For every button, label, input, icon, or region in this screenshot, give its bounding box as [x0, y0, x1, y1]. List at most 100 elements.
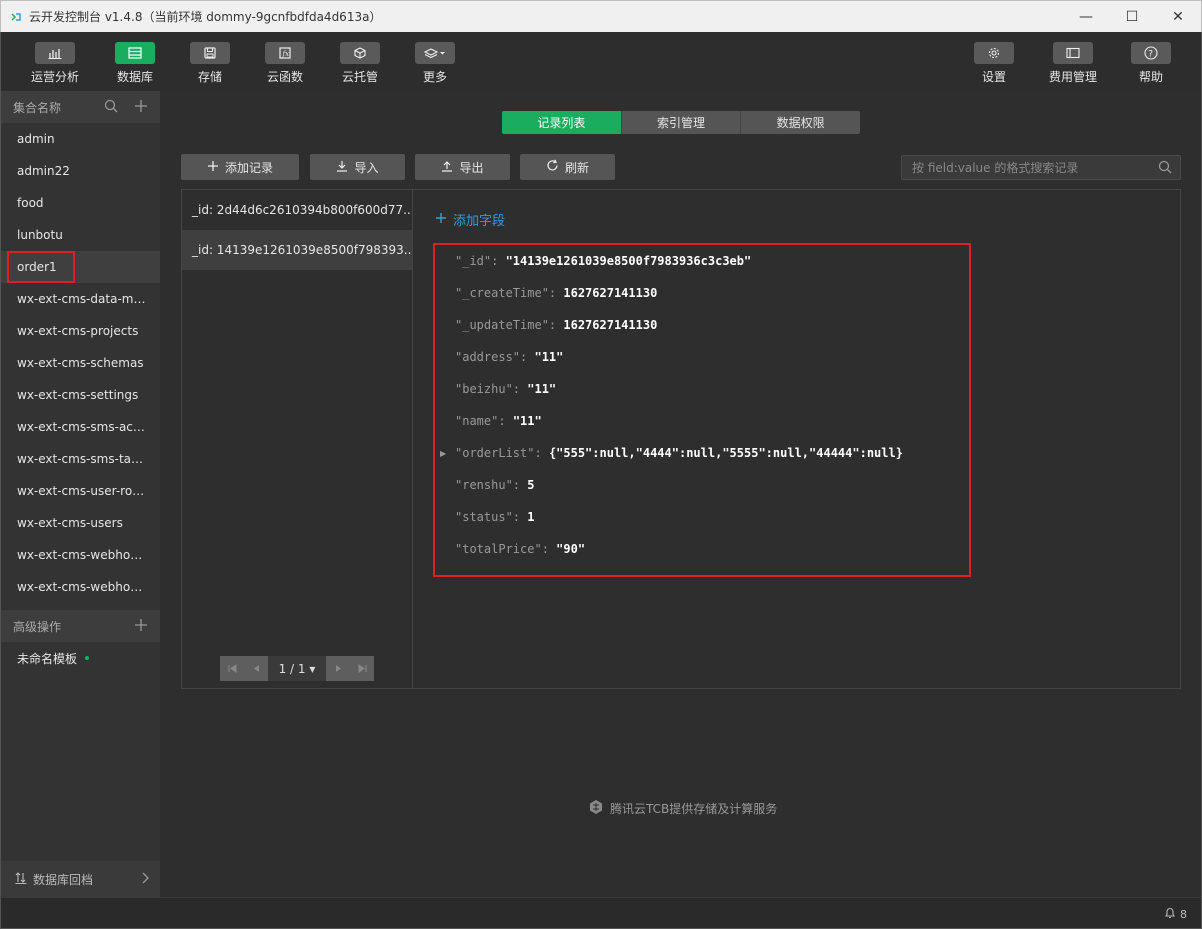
footer-note: 腾讯云TCB提供存储及计算服务	[588, 799, 777, 818]
sidebar-item-collection[interactable]: wx-ext-cms-webhook...	[1, 539, 160, 571]
template-item[interactable]: 未命名模板	[1, 642, 160, 674]
toolbar-label: 数据库	[116, 70, 153, 84]
sidebar-item-collection[interactable]: wx-ext-cms-data-migr...	[1, 283, 160, 315]
field-separator: :	[491, 254, 506, 268]
next-page-button[interactable]	[326, 656, 350, 681]
field-value: "11"	[527, 382, 557, 396]
toolbar-more[interactable]: 更多	[405, 32, 465, 91]
notifications-button[interactable]: 8	[1164, 906, 1187, 922]
add-template-icon[interactable]	[134, 618, 148, 635]
toolbar-billing[interactable]: 费用管理	[1043, 32, 1103, 91]
document-field[interactable]: "_updateTime": 1627627141130	[455, 318, 657, 332]
import-button[interactable]: 导入	[310, 154, 405, 180]
document-field[interactable]: "beizhu": "11"	[455, 382, 556, 396]
collection-name: wx-ext-cms-schemas	[17, 356, 144, 370]
sidebar-item-collection[interactable]: admin	[1, 123, 160, 155]
refresh-icon	[546, 159, 559, 175]
record-detail: 添加字段 "_id": "14139e1261039e8500f7983936c…	[413, 190, 1180, 688]
close-button[interactable]: ✕	[1155, 1, 1201, 32]
sidebar-item-collection[interactable]: wx-ext-cms-sms-tasks	[1, 443, 160, 475]
minimize-button[interactable]: —	[1063, 1, 1109, 32]
expand-caret-icon[interactable]: ▶	[440, 449, 446, 458]
toolbar-label: 云托管	[341, 70, 378, 84]
upload-icon	[441, 160, 453, 175]
field-value: "14139e1261039e8500f7983936c3c3eb"	[505, 254, 752, 268]
last-page-button[interactable]	[350, 656, 374, 681]
toolbar-storage[interactable]: 存储	[180, 32, 240, 91]
plus-icon	[207, 160, 219, 175]
billing-icon	[1053, 42, 1093, 64]
toolbar-database[interactable]: 数据库	[105, 32, 165, 91]
sidebar-item-collection[interactable]: wx-ext-cms-user-roles	[1, 475, 160, 507]
collection-name: admin	[17, 132, 55, 146]
tab-data-permissions[interactable]: 数据权限	[741, 111, 860, 134]
sidebar-item-collection[interactable]: wx-ext-cms-sms-activi...	[1, 411, 160, 443]
sidebar-item-collection[interactable]: wx-ext-cms-settings	[1, 379, 160, 411]
field-value: 1	[527, 510, 535, 524]
tab-index-management[interactable]: 索引管理	[621, 111, 742, 134]
collection-name: admin22	[17, 164, 70, 178]
bar-chart-icon	[35, 42, 75, 64]
document-field[interactable]: "name": "11"	[455, 414, 542, 428]
prev-page-button[interactable]	[244, 656, 268, 681]
toolbar-functions[interactable]: fx 云函数	[255, 32, 315, 91]
toolbar-help[interactable]: ? 帮助	[1121, 32, 1181, 91]
sidebar-item-collection[interactable]: admin22	[1, 155, 160, 187]
record-item[interactable]: _id: 14139e1261039e8500f798393...	[182, 230, 412, 270]
toolbar-cloud-hosting[interactable]: 云托管	[330, 32, 390, 91]
rollback-label: 数据库回档	[33, 872, 94, 887]
collection-name: wx-ext-cms-data-migr...	[17, 292, 147, 306]
field-key: "_id"	[455, 254, 492, 268]
field-separator: :	[541, 542, 557, 556]
database-rollback-button[interactable]: 数据库回档	[1, 861, 161, 897]
add-collection-icon[interactable]	[134, 99, 148, 116]
refresh-label: 刷新	[564, 160, 589, 175]
sidebar-item-collection[interactable]: food	[1, 187, 160, 219]
document-field[interactable]: "totalPrice": "90"	[455, 542, 585, 556]
document-field[interactable]: "orderList": {"555":null,"4444":null,"55…	[455, 446, 903, 460]
document-field[interactable]: "_createTime": 1627627141130	[455, 286, 657, 300]
sidebar-item-collection[interactable]: wx-ext-cms-webhooks	[1, 571, 160, 603]
collection-name: wx-ext-cms-projects	[17, 324, 139, 338]
field-key: "totalPrice"	[455, 542, 542, 556]
document-field[interactable]: "renshu": 5	[455, 478, 534, 492]
sidebar-item-collection[interactable]: order1	[1, 251, 160, 283]
document-field[interactable]: "address": "11"	[455, 350, 563, 364]
sidebar-item-collection[interactable]: wx-ext-cms-schemas	[1, 347, 160, 379]
document-field[interactable]: "_id": "14139e1261039e8500f7983936c3c3eb…	[455, 254, 751, 268]
sidebar-item-collection[interactable]: wx-ext-cms-projects	[1, 315, 160, 347]
record-item[interactable]: _id: 2d44d6c2610394b800f600d77...	[182, 190, 412, 230]
sidebar-item-collection[interactable]: lunbotu	[1, 219, 160, 251]
advanced-header-label: 高级操作	[13, 619, 62, 634]
svg-text:?: ?	[1148, 50, 1153, 60]
tencent-cloud-icon	[588, 799, 604, 818]
collection-name: wx-ext-cms-webhook...	[17, 548, 147, 562]
maximize-button[interactable]: ☐	[1109, 1, 1155, 32]
page-select[interactable]: 1 / 1 ▾	[268, 656, 326, 681]
add-field-button[interactable]: 添加字段	[435, 210, 505, 229]
status-dot	[85, 656, 90, 660]
collection-name: wx-ext-cms-user-roles	[17, 484, 147, 498]
toolbar-settings[interactable]: 设置	[964, 32, 1024, 91]
collections-header-label: 集合名称	[13, 100, 62, 115]
search-icon[interactable]	[104, 99, 118, 116]
record-search-input[interactable]	[901, 155, 1181, 180]
search-icon[interactable]	[1158, 160, 1172, 177]
add-record-button[interactable]: 添加记录	[181, 154, 299, 180]
sidebar-item-collection[interactable]: wx-ext-cms-users	[1, 507, 160, 539]
field-key: "beizhu"	[455, 382, 513, 396]
layers-icon	[415, 42, 455, 64]
export-label: 导出	[459, 160, 484, 175]
highlight-box	[7, 251, 75, 283]
collection-name: wx-ext-cms-sms-activi...	[17, 420, 147, 434]
export-button[interactable]: 导出	[415, 154, 510, 180]
tab-record-list[interactable]: 记录列表	[502, 111, 622, 134]
gear-icon	[974, 42, 1014, 64]
cube-icon	[340, 42, 380, 64]
document-field[interactable]: "status": 1	[455, 510, 534, 524]
toolbar-analytics[interactable]: 运营分析	[25, 32, 85, 91]
first-page-button[interactable]	[220, 656, 244, 681]
import-label: 导入	[354, 160, 379, 175]
refresh-button[interactable]: 刷新	[520, 154, 615, 180]
main-panel: 记录列表 索引管理 数据权限 添加记录 导入 导出 刷新 _id: 2d44d6…	[160, 91, 1202, 897]
